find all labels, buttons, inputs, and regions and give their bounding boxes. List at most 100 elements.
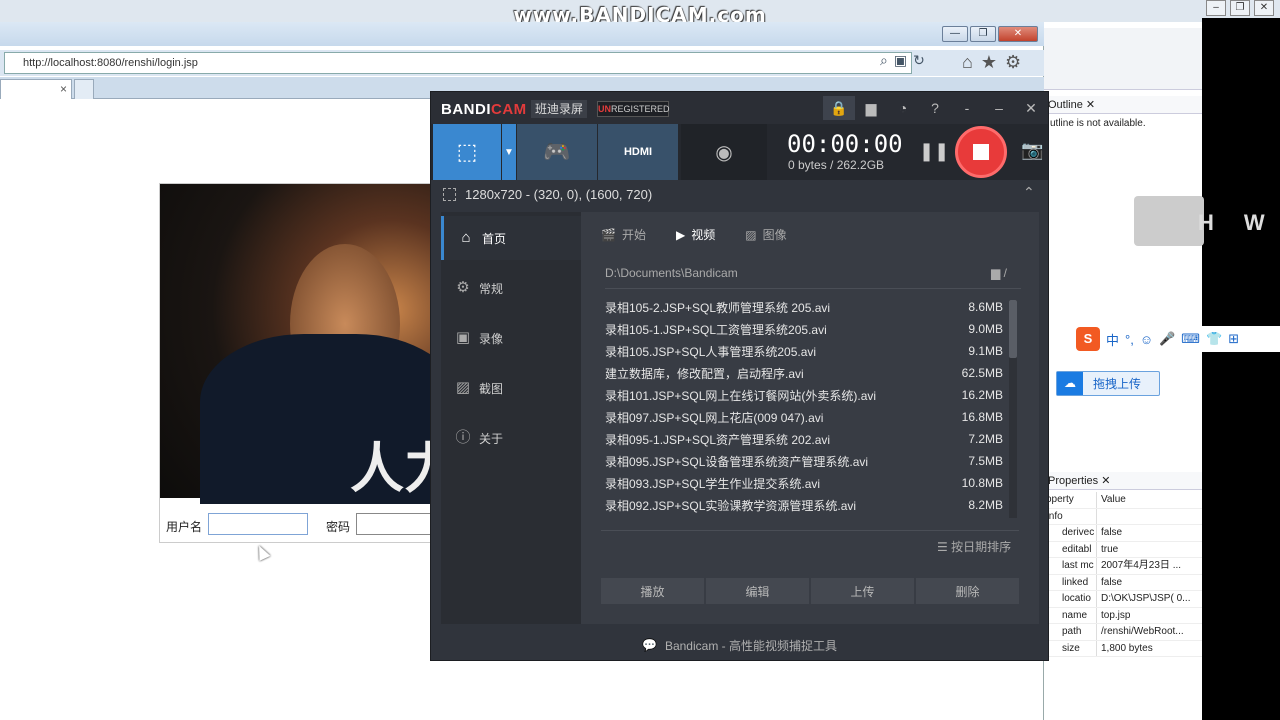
sidebar-item-general[interactable]: ⚙ 常规 xyxy=(441,266,581,310)
tab-label: 开始 xyxy=(621,228,646,242)
bandicam-logo: BANDICAM xyxy=(441,101,527,118)
device-mode-button[interactable]: ◉ xyxy=(681,124,767,180)
desktop-minimize-button[interactable]: – xyxy=(1206,0,1226,16)
ime-mic-icon[interactable]: 🎤 xyxy=(1159,331,1175,347)
sogou-logo-icon[interactable]: S xyxy=(1076,327,1100,351)
list-item[interactable]: 录相097.JSP+SQL网上花店(009 047).avi 16.8MB xyxy=(601,406,1007,428)
ime-emoji-icon[interactable]: ☺ xyxy=(1140,332,1153,347)
scrollbar-thumb[interactable] xyxy=(1009,300,1017,358)
desktop-close-button[interactable]: ✕ xyxy=(1254,0,1274,16)
sidebar-item-label: 首页 xyxy=(482,231,507,246)
list-item[interactable]: 录相092.JSP+SQL实验课教学资源管理系统.avi 8.2MB xyxy=(601,494,1007,516)
list-item[interactable]: 录相105.JSP+SQL人事管理系统205.avi 9.1MB xyxy=(601,340,1007,362)
property-row[interactable]: size 1,800 bytes xyxy=(1044,640,1202,657)
close-icon[interactable]: ✕ xyxy=(1015,96,1047,120)
list-item[interactable]: 录相105-1.JSP+SQL工资管理系统205.avi 9.0MB xyxy=(601,318,1007,340)
property-row[interactable]: locatio D:\OK\JSP\JSP( 0... xyxy=(1044,591,1202,608)
collapse-icon[interactable]: - xyxy=(951,96,983,120)
list-item[interactable]: 录相101.JSP+SQL网上在线订餐网站(外卖系统).avi 16.2MB xyxy=(601,384,1007,406)
property-row[interactable]: last mc 2007年4月23日 ... xyxy=(1044,558,1202,575)
delete-button[interactable]: 删除 xyxy=(916,578,1019,604)
lock-icon[interactable]: 🔒 xyxy=(823,96,855,120)
chevron-down-icon[interactable]: ▼ xyxy=(502,124,516,180)
file-list-scrollbar[interactable] xyxy=(1009,300,1017,518)
address-bar[interactable]: http://localhost:8080/renshi/login.jsp xyxy=(4,52,912,74)
chevron-up-icon[interactable]: ⌃ xyxy=(1023,184,1035,201)
desktop-restore-button[interactable]: ❐ xyxy=(1230,0,1250,16)
ime-keyboard-icon[interactable]: ⌨ xyxy=(1181,331,1200,347)
drag-upload-button[interactable]: ☁ 拖拽上传 xyxy=(1056,371,1160,396)
sidebar-item-home[interactable]: ⌂ 首页 xyxy=(441,216,581,260)
search-icon[interactable]: ⌕ xyxy=(880,52,888,69)
clock-icon[interactable]: ◔ xyxy=(887,96,919,120)
footer-text: Bandicam - 高性能视频捕捉工具 xyxy=(664,638,837,653)
list-item[interactable]: 录相093.JSP+SQL学生作业提交系统.avi 10.8MB xyxy=(601,472,1007,494)
upload-button[interactable]: 上传 xyxy=(811,578,914,604)
capture-area-icon xyxy=(443,188,456,201)
ime-widget[interactable] xyxy=(1134,196,1204,246)
rectangle-mode-button[interactable]: ⬚ xyxy=(433,124,501,180)
property-row[interactable]: editabl true xyxy=(1044,541,1202,558)
property-value: D:\OK\JSP\JSP( 0... xyxy=(1096,591,1202,607)
bandicam-sidebar: ⌂ 首页 ⚙ 常规 ▣ 录像 ▨ 截图 ⓘ 关于 xyxy=(441,212,581,624)
play-button[interactable]: 播放 xyxy=(601,578,704,604)
ime-skin-icon[interactable]: 👕 xyxy=(1206,331,1222,347)
pause-icon[interactable]: ❚❚ xyxy=(919,141,949,162)
ime-letters: H W xyxy=(1198,210,1265,236)
unregistered-badge[interactable]: UNREGISTERED xyxy=(597,101,670,117)
ime-menu-icon[interactable]: ⊞ xyxy=(1228,331,1239,347)
property-key: name xyxy=(1062,609,1088,621)
property-row[interactable]: derivec false xyxy=(1044,525,1202,542)
help-icon[interactable]: ? xyxy=(919,96,951,120)
file-size: 9.0MB xyxy=(968,322,1003,336)
browser-minimize-button[interactable]: — xyxy=(942,26,968,42)
favorites-star-icon[interactable]: ★ xyxy=(981,52,997,73)
tab-start[interactable]: 🎬 开始 xyxy=(601,226,646,243)
minimize-icon[interactable]: – xyxy=(983,96,1015,120)
properties-tab[interactable]: Properties ✕ xyxy=(1044,472,1202,490)
file-name: 录相095-1.JSP+SQL资产管理系统 202.avi xyxy=(605,432,831,447)
property-row[interactable]: path/renshi/WebRoot... xyxy=(1044,624,1202,641)
sort-by-date-button[interactable]: ☰ 按日期排序 xyxy=(937,538,1011,555)
edit-button[interactable]: 编辑 xyxy=(706,578,809,604)
list-item[interactable]: 录相095.JSP+SQL设备管理系统资产管理系统.avi 7.5MB xyxy=(601,450,1007,472)
property-row[interactable]: name top.jsp xyxy=(1044,607,1202,624)
sidebar-item-video[interactable]: ▣ 录像 xyxy=(441,316,581,360)
ime-punct-icon[interactable]: °, xyxy=(1125,332,1134,347)
hdmi-mode-button[interactable]: HDMI xyxy=(598,124,678,180)
bandicam-mode-toolbar: ⬚ ▼ 🎮 HDMI ◉ 00:00:00 0 bytes / 262.2GB … xyxy=(431,124,1048,180)
folder-icon[interactable]: ▆ xyxy=(855,96,887,120)
username-input[interactable] xyxy=(208,513,308,535)
refresh-icon[interactable]: ↻ xyxy=(913,52,925,69)
chat-icon: 💬 xyxy=(642,638,657,652)
sidebar-item-screenshot[interactable]: ▨ 截图 xyxy=(441,366,581,410)
new-tab-button[interactable] xyxy=(74,79,94,99)
file-size: 8.6MB xyxy=(968,300,1003,314)
ime-lang-toggle[interactable]: 中 xyxy=(1106,330,1119,349)
list-item[interactable]: 录相105-2.JSP+SQL教师管理系统 205.avi 8.6MB xyxy=(601,296,1007,318)
tab-image[interactable]: ▨ 图像 xyxy=(745,226,786,243)
sidebar-item-about[interactable]: ⓘ 关于 xyxy=(441,416,581,460)
file-size: 7.5MB xyxy=(968,454,1003,468)
tab-video[interactable]: ▶ 视频 xyxy=(676,226,715,243)
browser-nav-icons: ⌂ ★ ⚙ xyxy=(962,52,1021,73)
tab-close-icon[interactable]: × xyxy=(60,82,67,96)
browser-close-button[interactable]: ✕ xyxy=(998,26,1038,42)
compat-view-icon[interactable]: ▣ xyxy=(894,52,907,69)
browser-maximize-button[interactable]: ❐ xyxy=(970,26,996,42)
list-item[interactable]: 录相095-1.JSP+SQL资产管理系统 202.avi 7.2MB xyxy=(601,428,1007,450)
camera-icon[interactable]: 📷 xyxy=(1021,140,1043,161)
video-settings-icon: ▣ xyxy=(455,329,471,346)
open-folder-button[interactable]: ▆ / xyxy=(991,266,1007,280)
password-input[interactable] xyxy=(356,513,436,535)
property-row[interactable]: linked false xyxy=(1044,574,1202,591)
gamepad-mode-button[interactable]: 🎮 xyxy=(517,124,597,180)
record-stop-button[interactable] xyxy=(955,126,1007,178)
outline-tab[interactable]: Outline ✕ xyxy=(1044,96,1202,114)
gear-icon[interactable]: ⚙ xyxy=(1005,52,1021,73)
bandicam-footer: 💬 Bandicam - 高性能视频捕捉工具 xyxy=(431,630,1048,660)
browser-tab[interactable]: × xyxy=(0,79,72,99)
list-item[interactable]: 建立数据库，修改配置，启动程序.avi 62.5MB xyxy=(601,362,1007,384)
home-icon[interactable]: ⌂ xyxy=(962,52,973,73)
brand-part: BANDI xyxy=(441,101,491,118)
